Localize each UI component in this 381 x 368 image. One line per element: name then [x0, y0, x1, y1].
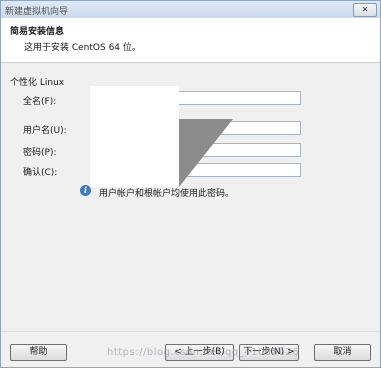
- wizard-window: 新建虚拟机向导 ✕ 简易安装信息 这用于安装 CentOS 64 位。 个性化 …: [0, 0, 381, 368]
- username-label: 用户名(U):: [23, 126, 67, 136]
- info-text: 用户帐户和根帐户均使用此密码。: [99, 189, 235, 199]
- redaction-overlay: [90, 86, 179, 187]
- title-bar: 新建虚拟机向导 ✕: [1, 1, 380, 19]
- close-button[interactable]: ✕: [353, 3, 377, 17]
- wizard-header: 简易安装信息 这用于安装 CentOS 64 位。: [1, 18, 380, 63]
- confirm-label: 确认(C):: [23, 168, 58, 178]
- cancel-button[interactable]: 取消: [314, 344, 371, 361]
- page-title: 简易安装信息: [10, 27, 65, 37]
- password-label: 密码(P):: [23, 148, 57, 158]
- section-label: 个性化 Linux: [10, 78, 65, 88]
- watermark: https://blog.csdn.net/qq_41005626: [107, 347, 300, 358]
- help-button[interactable]: 帮助: [10, 344, 67, 361]
- footer-divider: [1, 331, 380, 332]
- full-name-label: 全名(F):: [23, 97, 57, 107]
- info-icon: i: [80, 185, 91, 196]
- page-subtitle: 这用于安装 CentOS 64 位。: [24, 43, 141, 53]
- full-name-input[interactable]: [177, 91, 301, 105]
- window-title: 新建虚拟机向导: [5, 7, 69, 17]
